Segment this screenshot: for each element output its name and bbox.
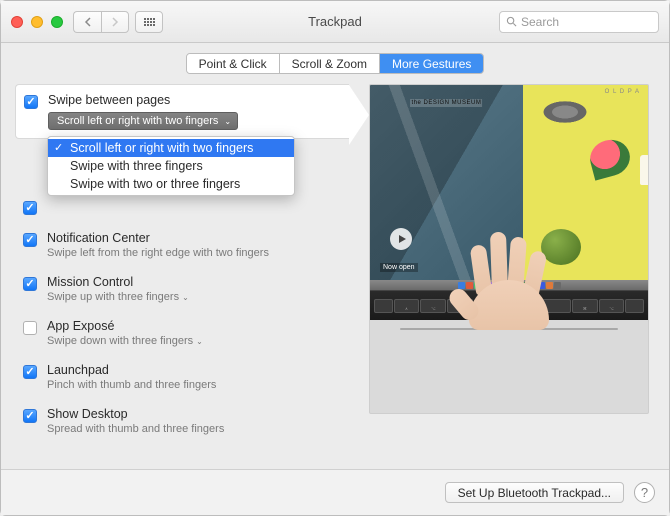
hand-icon <box>449 245 569 330</box>
launchpad-subtitle: Pinch with thumb and three fingers <box>47 379 349 391</box>
play-icon <box>390 228 412 250</box>
dropdown-option-two-fingers[interactable]: ✓Scroll left or right with two fingers <box>48 139 294 157</box>
show-desktop-title: Show Desktop <box>47 407 349 421</box>
titlebar: Trackpad Search <box>1 1 669 43</box>
setup-bluetooth-trackpad-button[interactable]: Set Up Bluetooth Trackpad... <box>445 482 624 503</box>
show-desktop-item: Show Desktop Spread with thumb and three… <box>19 399 349 443</box>
bottle-icon <box>640 155 649 185</box>
chevron-right-icon <box>111 17 119 27</box>
gesture-preview-video: the DESIGN MUSEUM Now open O L D P A ∧⌥⌘… <box>369 84 649 414</box>
app-expose-title: App Exposé <box>47 319 349 333</box>
swipe-between-pages-item: Swipe between pages Scroll left or right… <box>15 84 349 139</box>
chevron-left-icon <box>84 17 92 27</box>
notification-center-checkbox[interactable] <box>23 233 37 247</box>
forward-button[interactable] <box>101 11 129 33</box>
notification-center-subtitle: Swipe left from the right edge with two … <box>47 247 349 259</box>
search-field[interactable]: Search <box>499 11 659 33</box>
gestures-list: Swipe between pages Scroll left or right… <box>19 84 349 443</box>
hidden-item-checkbox[interactable] <box>23 201 37 215</box>
app-expose-subtitle[interactable]: Swipe down with three fingers⌄ <box>47 335 349 347</box>
close-window-button[interactable] <box>11 16 23 28</box>
help-button[interactable]: ? <box>634 482 655 503</box>
chevron-down-icon: ⌄ <box>196 337 203 346</box>
search-icon <box>506 16 517 27</box>
window-controls <box>11 16 63 28</box>
grid-icon <box>144 18 155 26</box>
show-desktop-checkbox[interactable] <box>23 409 37 423</box>
tab-point-and-click[interactable]: Point & Click <box>187 54 280 73</box>
app-expose-checkbox[interactable] <box>23 321 37 335</box>
launchpad-item: Launchpad Pinch with thumb and three fin… <box>19 355 349 399</box>
content-area: Swipe between pages Scroll left or right… <box>1 84 669 443</box>
back-button[interactable] <box>73 11 101 33</box>
tab-scroll-and-zoom[interactable]: Scroll & Zoom <box>280 54 380 73</box>
now-open-label: Now open <box>380 263 418 272</box>
tab-more-gestures[interactable]: More Gestures <box>380 54 483 73</box>
minimize-window-button[interactable] <box>31 16 43 28</box>
swipe-between-pages-dropdown-menu: ✓Scroll left or right with two fingers S… <box>47 136 295 196</box>
launchpad-checkbox[interactable] <box>23 365 37 379</box>
swipe-between-pages-checkbox[interactable] <box>24 95 38 109</box>
app-expose-item: App Exposé Swipe down with three fingers… <box>19 311 349 355</box>
tab-segment: Point & Click Scroll & Zoom More Gesture… <box>186 53 485 74</box>
chevron-down-icon: ⌄ <box>224 117 231 126</box>
mission-control-subtitle[interactable]: Swipe up with three fingers⌄ <box>47 291 349 303</box>
launchpad-title: Launchpad <box>47 363 349 377</box>
zoom-window-button[interactable] <box>51 16 63 28</box>
dropdown-selected-label: Scroll left or right with two fingers <box>57 115 218 127</box>
right-page-label: O L D P A <box>605 89 640 95</box>
window-title: Trackpad <box>308 14 362 29</box>
swipe-between-pages-dropdown[interactable]: Scroll left or right with two fingers ⌄ <box>48 112 238 130</box>
checkmark-icon: ✓ <box>54 141 63 154</box>
trackpad-preferences-window: Trackpad Search Point & Click Scroll & Z… <box>0 0 670 516</box>
footer: Set Up Bluetooth Trackpad... ? <box>1 469 669 515</box>
chevron-down-icon: ⌄ <box>182 293 189 302</box>
search-placeholder: Search <box>521 15 559 29</box>
show-desktop-subtitle: Spread with thumb and three fingers <box>47 423 349 435</box>
show-all-button[interactable] <box>135 11 163 33</box>
tab-bar: Point & Click Scroll & Zoom More Gesture… <box>1 43 669 84</box>
mission-control-item: Mission Control Swipe up with three fing… <box>19 267 349 311</box>
mission-control-title: Mission Control <box>47 275 349 289</box>
museum-logo: the DESIGN MUSEUM <box>411 99 483 107</box>
notification-center-title: Notification Center <box>47 231 349 245</box>
notification-center-item: Notification Center Swipe left from the … <box>19 223 349 267</box>
swipe-between-pages-title: Swipe between pages <box>48 93 349 107</box>
nav-buttons <box>73 11 129 33</box>
dropdown-option-three-fingers[interactable]: Swipe with three fingers <box>48 157 294 175</box>
mission-control-checkbox[interactable] <box>23 277 37 291</box>
watermelon-icon <box>586 135 634 180</box>
dropdown-option-two-or-three-fingers[interactable]: Swipe with two or three fingers <box>48 175 294 193</box>
